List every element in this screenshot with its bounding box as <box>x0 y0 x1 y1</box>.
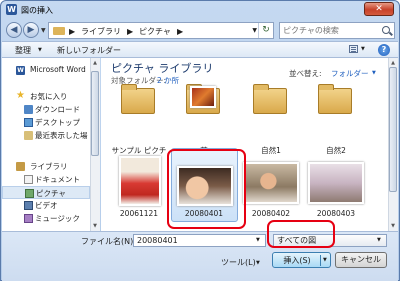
photo-thumbnail <box>109 152 169 212</box>
nav-item-label: デスクトップ <box>35 118 80 127</box>
word-app-icon: W <box>6 4 17 15</box>
insert-picture-dialog: W 図の挿入 ✕ ◀ ▶ ▼ ▶ ライブラリ ▶ ピクチャ ▶ ▼ ↻ 整理 ▼… <box>0 0 400 281</box>
nav-item-label: お気に入り <box>30 92 68 101</box>
highlight-annotation <box>267 220 335 248</box>
baby-photo-image <box>243 162 299 204</box>
music-icon <box>24 214 33 223</box>
library-icon <box>16 162 25 171</box>
command-bar: 整理 ▼ 新しいフォルダー ▼ ? <box>2 41 398 58</box>
nav-item-desktop[interactable]: デスクトップ <box>2 116 90 129</box>
chevron-down-icon[interactable]: ▼ <box>372 70 376 76</box>
forward-button[interactable]: ▶ <box>23 22 39 38</box>
insert-button[interactable]: 挿入(S) ▼ <box>272 252 331 268</box>
search-box[interactable] <box>279 22 395 39</box>
window-title: 図の挿入 <box>21 6 53 15</box>
folder-thumbnail <box>109 74 169 134</box>
new-folder-button[interactable]: 新しいフォルダー <box>57 45 121 56</box>
nav-item-microsoft-word[interactable]: W Microsoft Word <box>2 64 90 77</box>
nav-item-documents[interactable]: ドキュメント <box>2 173 90 186</box>
help-button[interactable]: ? <box>378 44 390 56</box>
folder-thumbnail <box>241 74 301 134</box>
address-history-dropdown[interactable]: ▼ <box>252 27 257 34</box>
address-separator[interactable]: ▶ <box>69 27 75 36</box>
nav-item-label: Microsoft Word <box>30 65 86 74</box>
refresh-button[interactable]: ↻ <box>258 23 273 38</box>
filename-label: ファイル名(N): <box>81 237 136 246</box>
nav-item-music[interactable]: ミュージック <box>2 212 90 225</box>
back-button[interactable]: ◀ <box>6 22 22 38</box>
child-photo-image <box>119 156 161 206</box>
pictures-icon <box>25 189 34 198</box>
cherry-blossom-photo-image <box>308 162 364 204</box>
scroll-down-arrow[interactable]: ▼ <box>389 222 397 230</box>
recent-pages-dropdown[interactable]: ▼ <box>41 27 46 34</box>
breadcrumb-library[interactable]: ライブラリ <box>81 26 121 37</box>
documents-icon <box>24 175 33 184</box>
flower-photo-preview <box>190 86 216 108</box>
chevron-down-icon[interactable]: ▼ <box>377 237 381 243</box>
scroll-up-arrow[interactable]: ▲ <box>91 59 99 67</box>
nav-item-label: 最近表示した場 <box>35 131 88 140</box>
address-separator[interactable]: ▶ <box>177 27 183 36</box>
organize-button[interactable]: 整理 <box>15 45 31 56</box>
nav-item-downloads[interactable]: ダウンロード <box>2 103 90 116</box>
scroll-down-arrow[interactable]: ▼ <box>91 222 99 230</box>
tools-button[interactable]: ツール(L) <box>221 257 256 268</box>
folder-icon <box>121 84 155 114</box>
filename-input[interactable]: 20080401 <box>133 234 266 247</box>
chevron-down-icon[interactable]: ▼ <box>256 237 260 243</box>
star-icon: ★ <box>16 90 25 101</box>
nav-scroll-thumb[interactable] <box>91 71 99 156</box>
photo-thumbnail <box>306 152 366 212</box>
item-caption: 20061121 <box>119 209 159 218</box>
scroll-up-arrow[interactable]: ▲ <box>389 59 397 67</box>
cancel-button[interactable]: キャンセル <box>335 252 387 268</box>
word-icon: W <box>16 66 25 75</box>
nav-item-label: ダウンロード <box>35 105 80 114</box>
nav-item-libraries[interactable]: ライブラリ <box>2 160 90 173</box>
nav-item-label: ピクチャ <box>36 189 66 198</box>
folder-thumbnail <box>174 74 234 134</box>
nav-item-label: ビデオ <box>35 201 58 210</box>
nav-item-pictures[interactable]: ピクチャ <box>2 186 90 199</box>
close-button[interactable]: ✕ <box>364 2 394 16</box>
chevron-down-icon[interactable]: ▼ <box>323 257 327 263</box>
folder-icon <box>253 84 287 114</box>
desktop-icon <box>24 118 33 127</box>
nav-item-favorites[interactable]: ★ お気に入り <box>2 90 90 103</box>
change-view-button[interactable]: ▼ <box>345 43 369 56</box>
insert-button-label: 挿入(S) <box>283 256 311 265</box>
chevron-down-icon[interactable]: ▼ <box>38 47 42 53</box>
split-divider <box>320 255 321 266</box>
item-caption: 20080403 <box>316 209 356 218</box>
view-icon <box>349 45 358 53</box>
item-caption: 20080402 <box>251 209 291 218</box>
address-separator[interactable]: ▶ <box>127 27 133 36</box>
chevron-down-icon[interactable]: ▼ <box>361 46 365 52</box>
nav-item-videos[interactable]: ビデオ <box>2 199 90 212</box>
recent-places-icon <box>24 131 33 140</box>
nav-item-recent-places[interactable]: 最近表示した場 <box>2 129 90 142</box>
folder-thumbnail <box>306 74 366 134</box>
photo-thumbnail <box>241 152 301 212</box>
navigation-pane: W Microsoft Word ★ お気に入り ダウンロード デスクトップ 最近表… <box>2 58 90 231</box>
highlight-annotation <box>167 149 246 229</box>
search-icon[interactable] <box>382 26 390 34</box>
search-input[interactable] <box>283 24 375 37</box>
nav-item-label: ライブラリ <box>30 162 68 171</box>
content-scroll-thumb[interactable] <box>389 67 397 192</box>
title-bar: W 図の挿入 ✕ <box>1 1 399 19</box>
chevron-down-icon[interactable]: ▼ <box>256 260 260 266</box>
breadcrumb-pictures[interactable]: ピクチャ <box>139 26 171 37</box>
download-folder-icon <box>24 105 33 114</box>
nav-item-label: ミュージック <box>35 214 80 223</box>
folder-icon <box>53 27 65 35</box>
nav-item-label: ドキュメント <box>35 175 80 184</box>
address-row: ◀ ▶ ▼ ▶ ライブラリ ▶ ピクチャ ▶ ▼ ↻ <box>1 19 399 41</box>
dialog-footer: ファイル名(N): 20080401 ▼ すべての図 ▼ ツール(L) ▼ 挿入… <box>2 231 398 281</box>
videos-icon <box>24 201 33 210</box>
folder-icon <box>318 84 352 114</box>
address-bar[interactable]: ▶ ライブラリ ▶ ピクチャ ▶ ▼ ↻ <box>48 22 274 39</box>
